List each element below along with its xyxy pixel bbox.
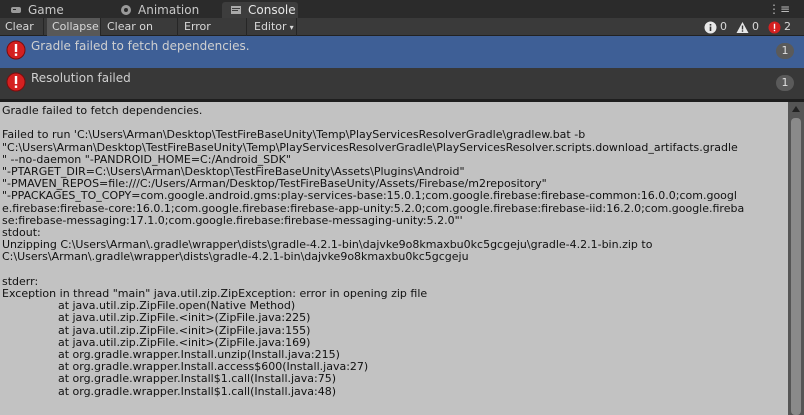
tab-animation[interactable]: Animation (112, 2, 220, 18)
tab-label: Console (248, 3, 296, 17)
log-entry[interactable]: Gradle failed to fetch dependencies. 1 (0, 36, 804, 68)
tab-console[interactable]: Console (222, 2, 298, 18)
tab-game[interactable]: Game (2, 2, 100, 18)
error-icon (6, 72, 26, 92)
log-entry[interactable]: Resolution failed 1 (0, 68, 804, 100)
log-count-badge: 1 (776, 75, 794, 91)
editor-dropdown[interactable]: Editor ▾ (249, 18, 297, 36)
tab-label: Animation (138, 3, 200, 17)
console-toolbar: Clear Collapse Clear on Play Error Pause… (0, 18, 804, 50)
chevron-down-icon: ▾ (289, 23, 294, 32)
scrollbar-thumb[interactable] (791, 118, 801, 415)
editor-dropdown-label: Editor (254, 20, 287, 33)
log-detail-pane[interactable]: Gradle failed to fetch dependencies. Fai… (0, 102, 788, 415)
scroll-up-arrow-icon[interactable] (788, 102, 804, 116)
tab-menu-icon[interactable]: ⋮≡ (768, 2, 790, 16)
collapse-toggle[interactable]: Collapse (47, 18, 101, 36)
error-counter-toggle[interactable]: 2 (766, 19, 791, 35)
warning-count: 0 (752, 20, 759, 33)
log-count-badge: 1 (776, 43, 794, 59)
error-pause-toggle[interactable]: Error Pause (179, 18, 247, 50)
animation-icon (121, 5, 131, 15)
game-icon (11, 7, 21, 13)
clear-button[interactable]: Clear (0, 18, 44, 36)
detail-scrollbar[interactable] (788, 102, 804, 415)
error-icon (6, 40, 26, 60)
tab-label: Game (28, 3, 64, 17)
error-count: 2 (784, 20, 791, 33)
log-detail-text[interactable]: Gradle failed to fetch dependencies. Fai… (0, 102, 788, 398)
warning-counter-toggle[interactable]: 0 (734, 19, 759, 35)
clear-on-play-toggle[interactable]: Clear on Play (102, 18, 178, 50)
info-count: 0 (720, 20, 727, 33)
info-icon (704, 21, 717, 34)
window-tab-bar: Game Animation Console ⋮≡ (0, 0, 804, 18)
log-message: Resolution failed (31, 71, 131, 85)
console-icon (231, 6, 241, 14)
error-icon (768, 21, 781, 34)
warning-icon (736, 22, 749, 33)
log-list: Gradle failed to fetch dependencies. 1 R… (0, 36, 804, 99)
log-message: Gradle failed to fetch dependencies. (31, 39, 250, 53)
info-counter-toggle[interactable]: 0 (702, 19, 727, 35)
